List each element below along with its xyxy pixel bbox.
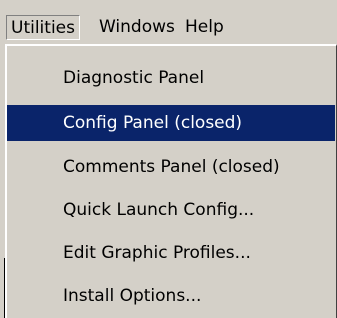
menu-utilities[interactable]: Utilities	[6, 15, 80, 40]
menu-bar: Utilities Windows Help	[0, 0, 337, 46]
menu-windows[interactable]: Windows	[95, 15, 179, 40]
menu-item-comments-panel[interactable]: Comments Panel (closed)	[7, 149, 335, 185]
menu-item-config-panel[interactable]: Config Panel (closed)	[7, 105, 335, 141]
menu-item-quick-launch-config[interactable]: Quick Launch Config...	[7, 192, 335, 228]
menu-help[interactable]: Help	[181, 15, 228, 40]
utilities-dropdown-menu: Diagnostic Panel Config Panel (closed) C…	[5, 44, 337, 318]
menu-item-diagnostic-panel[interactable]: Diagnostic Panel	[7, 60, 335, 96]
menu-item-edit-graphic-profiles[interactable]: Edit Graphic Profiles...	[7, 235, 335, 271]
menu-item-install-options[interactable]: Install Options...	[7, 278, 335, 314]
